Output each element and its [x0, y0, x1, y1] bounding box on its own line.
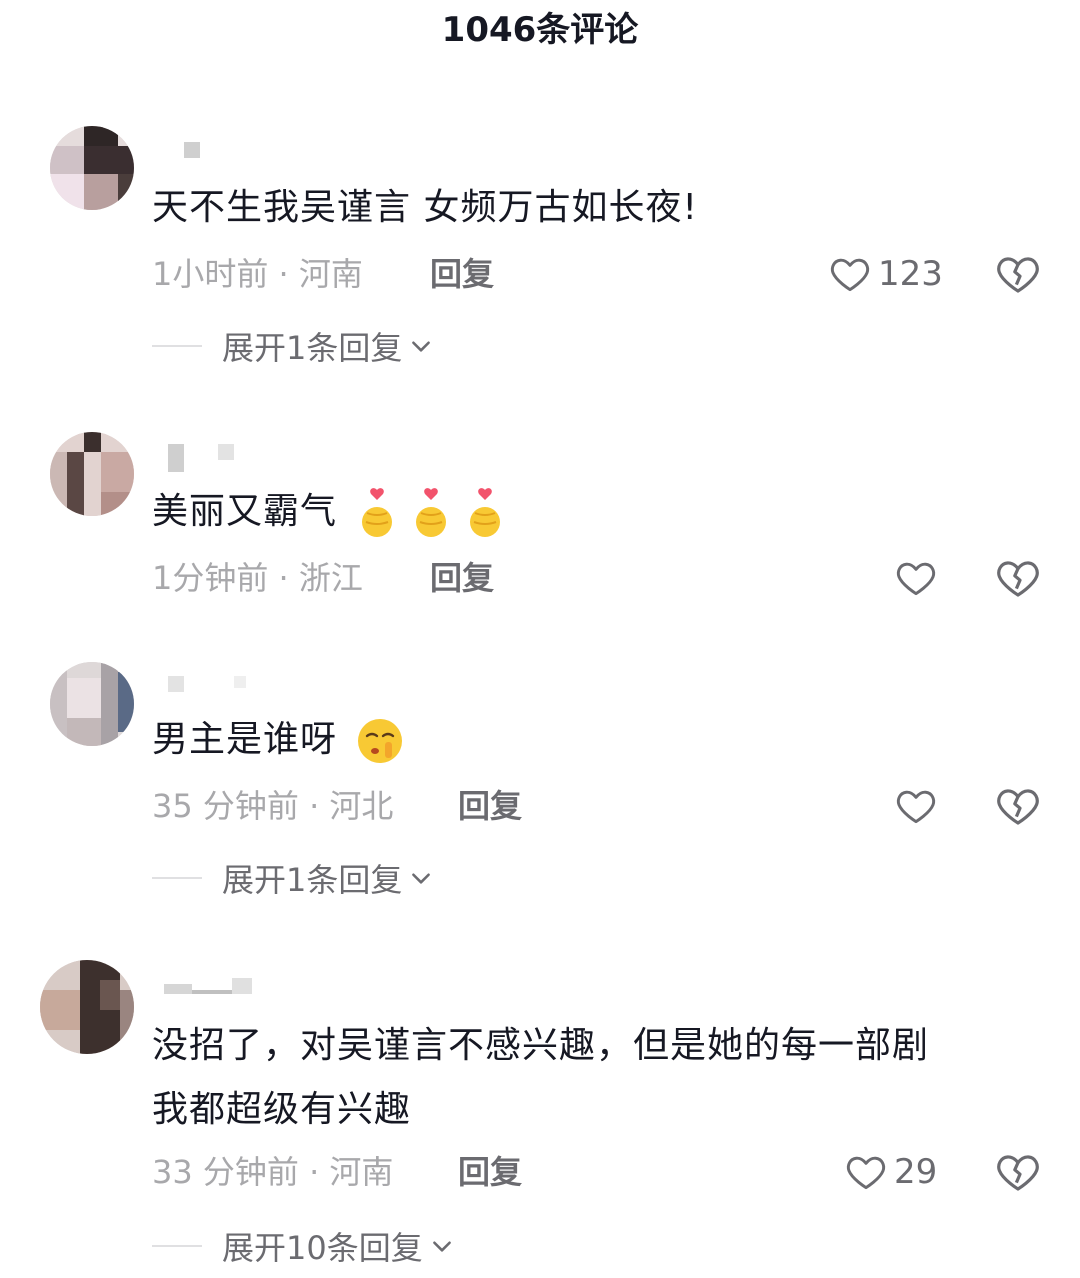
- finger-heart-emoji: [470, 488, 501, 537]
- comment-time-location: 33 分钟前 · 河南: [152, 1153, 394, 1191]
- expand-replies-label: 展开10条回复: [222, 1229, 423, 1267]
- finger-heart-emoji: [416, 488, 447, 537]
- like-button[interactable]: [894, 554, 938, 602]
- comment-text-body: 男主是谁呀: [152, 719, 338, 760]
- like-button[interactable]: 29: [844, 1148, 937, 1196]
- comment-text-line: 我都超级有兴趣: [152, 1089, 412, 1130]
- broken-heart-icon[interactable]: [994, 1148, 1042, 1196]
- chevron-down-icon: [432, 1241, 451, 1252]
- reply-button[interactable]: 回复: [430, 254, 494, 294]
- reply-button[interactable]: 回复: [430, 558, 494, 598]
- like-count: 123: [878, 254, 943, 294]
- comment-text-body: 美丽又霸气: [152, 491, 338, 532]
- expand-replies-label: 展开1条回复: [222, 861, 403, 899]
- comment-time-location: 1分钟前 · 浙江: [152, 559, 363, 597]
- reply-button[interactable]: 回复: [458, 786, 522, 826]
- divider-line: [152, 877, 202, 879]
- broken-heart-icon[interactable]: [994, 782, 1042, 830]
- divider-line: [152, 345, 202, 347]
- like-button[interactable]: [894, 782, 938, 830]
- comment-time-location: 35 分钟前 · 河北: [152, 787, 394, 825]
- avatar[interactable]: [50, 126, 134, 210]
- broken-heart-icon[interactable]: [994, 250, 1042, 298]
- comment-time-location: 1小时前 · 河南: [152, 255, 363, 293]
- like-button[interactable]: 123: [828, 250, 943, 298]
- expand-replies-button[interactable]: 展开1条回复: [152, 326, 434, 367]
- comment-text: 男主是谁呀: [152, 708, 1052, 772]
- expand-replies-button[interactable]: 展开10条回复: [152, 1226, 455, 1267]
- comments-count-title: 1046条评论: [441, 10, 639, 50]
- chevron-down-icon: [412, 873, 431, 884]
- avatar[interactable]: [50, 432, 134, 516]
- heart-icon: [896, 562, 936, 596]
- comment-text: 天不生我吴谨言 女频万古如长夜!: [152, 187, 698, 228]
- expand-replies-label: 展开1条回复: [222, 329, 403, 367]
- finger-heart-emoji: [362, 488, 393, 537]
- like-count: 29: [894, 1152, 938, 1192]
- comment-text: 没招了，对吴谨言不感兴趣，但是她的每一部剧 我都超级有兴趣: [152, 1014, 1052, 1142]
- expand-replies-button[interactable]: 展开1条回复: [152, 858, 434, 899]
- comment-text-line: 没招了，对吴谨言不感兴趣，但是她的每一部剧: [152, 1025, 930, 1066]
- avatar[interactable]: [50, 662, 134, 746]
- broken-heart-icon[interactable]: [994, 554, 1042, 602]
- comment-text: 美丽又霸气: [152, 480, 1052, 544]
- chevron-down-icon: [412, 341, 431, 352]
- shushing-face-emoji: [358, 719, 403, 763]
- avatar[interactable]: [40, 960, 134, 1054]
- divider-line: [152, 1245, 202, 1247]
- heart-icon: [846, 1156, 886, 1190]
- reply-button[interactable]: 回复: [458, 1152, 522, 1192]
- heart-icon: [830, 258, 870, 292]
- heart-icon: [896, 790, 936, 824]
